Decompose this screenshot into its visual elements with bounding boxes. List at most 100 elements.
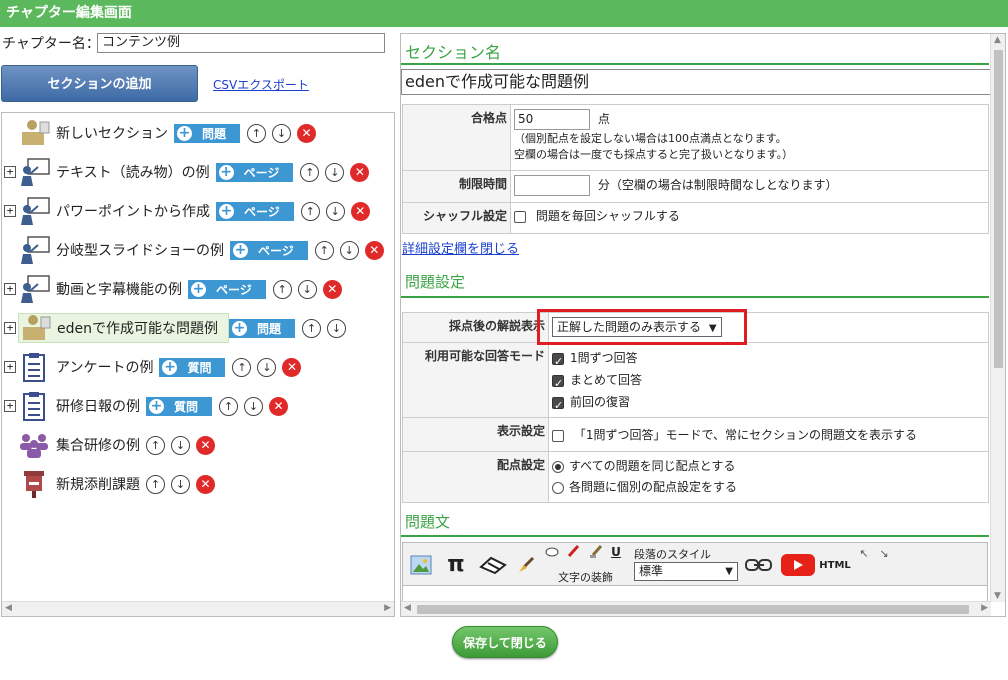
add-content-button[interactable]: + 問題 — [229, 318, 296, 338]
tree-item-label[interactable]: 新規添削課題 — [56, 474, 140, 494]
scrollbar-thumb[interactable] — [994, 50, 1003, 368]
underline-icon[interactable]: U — [609, 544, 623, 560]
tree-item[interactable]: + 研修日報の例 + 質問 ↑ ↓ ✕ — [2, 388, 289, 424]
add-content-button[interactable]: + ページ — [188, 279, 266, 299]
tree-item[interactable]: + テキスト（読み物）の例 + ページ ↑ ↓ ✕ — [2, 154, 370, 190]
tree-item-label[interactable]: 研修日報の例 — [56, 396, 140, 416]
delete-icon[interactable]: ✕ — [196, 435, 215, 455]
tree-item[interactable]: 新規添削課題 ↑ ↓ ✕ — [2, 466, 215, 502]
tree-item-label[interactable]: アンケートの例 — [56, 357, 153, 377]
expand-icon[interactable]: + — [4, 205, 16, 217]
tree-item[interactable]: 集合研修の例 ↑ ↓ ✕ — [2, 427, 215, 463]
presenter-board-icon — [18, 273, 50, 305]
expand-icon[interactable]: + — [4, 400, 16, 412]
horizontal-scrollbar[interactable]: ◀ ▶ — [2, 601, 394, 616]
tree-item-label[interactable]: edenで作成可能な問題例 — [57, 318, 218, 338]
move-down-icon[interactable]: ↓ — [325, 162, 345, 182]
move-up-icon[interactable]: ↑ — [146, 435, 165, 455]
delete-icon[interactable]: ✕ — [297, 123, 317, 143]
tree-item-label[interactable]: 動画と字幕機能の例 — [56, 279, 182, 299]
delete-icon[interactable]: ✕ — [364, 240, 384, 260]
clear-format-icon[interactable] — [588, 544, 604, 560]
move-up-icon[interactable]: ↑ — [232, 357, 252, 377]
expand-icon[interactable]: + — [4, 283, 16, 295]
html-icon[interactable]: HTML — [819, 557, 851, 573]
pen-icon[interactable] — [565, 544, 581, 560]
tree-item[interactable]: 分岐型スライドショーの例 + ページ ↑ ↓ ✕ — [2, 232, 384, 268]
delete-icon[interactable]: ✕ — [282, 357, 302, 377]
scrollbar-thumb[interactable] — [417, 605, 969, 614]
pi-icon[interactable]: π — [445, 551, 467, 577]
pass-score-input[interactable]: 50 — [514, 109, 590, 130]
move-up-icon[interactable]: ↑ — [302, 318, 322, 338]
move-down-icon[interactable]: ↓ — [325, 201, 345, 221]
tree-item[interactable]: + パワーポイントから作成 + ページ ↑ ↓ ✕ — [2, 193, 370, 229]
add-content-button[interactable]: + 問題 — [174, 123, 241, 143]
delete-icon[interactable]: ✕ — [322, 279, 342, 299]
move-up-icon[interactable]: ↑ — [219, 396, 239, 416]
shrink-icon[interactable]: ↘ — [877, 546, 891, 560]
add-content-button[interactable]: + ページ — [216, 201, 294, 221]
youtube-icon[interactable] — [780, 552, 816, 578]
add-content-button[interactable]: + ページ — [230, 240, 308, 260]
delete-icon[interactable]: ✕ — [196, 474, 215, 494]
tree-item[interactable]: + 動画と字幕機能の例 + ページ ↑ ↓ ✕ — [2, 271, 342, 307]
tree-item[interactable]: + edenで作成可能な問題例 + 問題 ↑ ↓ — [2, 310, 352, 346]
expand-icon[interactable]: + — [4, 322, 16, 334]
question-text-editor[interactable] — [402, 586, 988, 602]
time-limit-input[interactable] — [514, 175, 590, 196]
tree-item-label[interactable]: テキスト（読み物）の例 — [56, 162, 210, 182]
move-down-icon[interactable]: ↓ — [272, 123, 292, 143]
horizontal-scrollbar[interactable]: ◀ ▶ — [401, 601, 991, 616]
plus-icon: + — [162, 358, 178, 375]
tree-item-label[interactable]: 新しいセクション — [56, 123, 168, 143]
eraser-icon[interactable] — [479, 553, 507, 577]
tree-item-label[interactable]: 分岐型スライドショーの例 — [56, 240, 224, 260]
delete-icon[interactable]: ✕ — [350, 162, 370, 182]
tree-item[interactable]: 新しいセクション + 問題 ↑ ↓ ✕ — [2, 115, 317, 151]
section-name-input[interactable]: edenで作成可能な問題例 — [401, 69, 991, 95]
tree-item[interactable]: + アンケートの例 + 質問 ↑ ↓ ✕ — [2, 349, 302, 385]
points-radio-individual[interactable] — [552, 481, 564, 494]
display-checkbox[interactable] — [552, 429, 564, 442]
points-radio-same[interactable] — [552, 460, 564, 473]
save-close-button[interactable]: 保存して閉じる — [452, 626, 558, 658]
move-down-icon[interactable]: ↓ — [171, 474, 190, 494]
move-down-icon[interactable]: ↓ — [327, 318, 347, 338]
close-details-link[interactable]: 詳細設定欄を閉じる — [402, 238, 519, 257]
highlighter-icon[interactable] — [544, 544, 560, 560]
move-down-icon[interactable]: ↓ — [257, 357, 277, 377]
move-down-icon[interactable]: ↓ — [244, 396, 264, 416]
delete-icon[interactable]: ✕ — [350, 201, 370, 221]
tree-item-label[interactable]: 集合研修の例 — [56, 435, 140, 455]
mode-checkbox-2[interactable] — [552, 373, 564, 395]
link-icon[interactable] — [745, 555, 773, 575]
add-content-button[interactable]: + ページ — [215, 162, 294, 182]
add-section-button[interactable]: セクションの追加 — [1, 65, 198, 102]
mode-checkbox-3[interactable] — [552, 395, 564, 417]
move-up-icon[interactable]: ↑ — [247, 123, 267, 143]
move-up-icon[interactable]: ↑ — [300, 162, 320, 182]
mode-checkbox-1[interactable] — [552, 351, 564, 373]
expand-icon[interactable]: + — [4, 361, 16, 373]
expand-icon[interactable]: ↖ — [857, 546, 871, 560]
tree-item-label[interactable]: パワーポイントから作成 — [56, 201, 210, 221]
expand-icon[interactable]: + — [4, 166, 16, 178]
move-up-icon[interactable]: ↑ — [146, 474, 165, 494]
move-down-icon[interactable]: ↓ — [297, 279, 317, 299]
move-down-icon[interactable]: ↓ — [171, 435, 190, 455]
paragraph-style-select[interactable]: 標準 ▼ — [634, 562, 738, 581]
move-up-icon[interactable]: ↑ — [314, 240, 334, 260]
chapter-name-input[interactable]: コンテンツ例 — [97, 33, 385, 53]
brush-icon[interactable] — [516, 553, 536, 577]
delete-icon[interactable]: ✕ — [269, 396, 289, 416]
shuffle-checkbox[interactable] — [514, 210, 526, 223]
csv-export-link[interactable]: CSVエクスポート — [213, 76, 309, 93]
move-up-icon[interactable]: ↑ — [272, 279, 292, 299]
image-icon[interactable] — [409, 553, 433, 577]
vertical-scrollbar[interactable]: ▲ ▼ — [990, 34, 1005, 602]
add-content-button[interactable]: + 質問 — [146, 396, 213, 416]
move-up-icon[interactable]: ↑ — [300, 201, 320, 221]
move-down-icon[interactable]: ↓ — [339, 240, 359, 260]
add-content-button[interactable]: + 質問 — [159, 357, 226, 377]
